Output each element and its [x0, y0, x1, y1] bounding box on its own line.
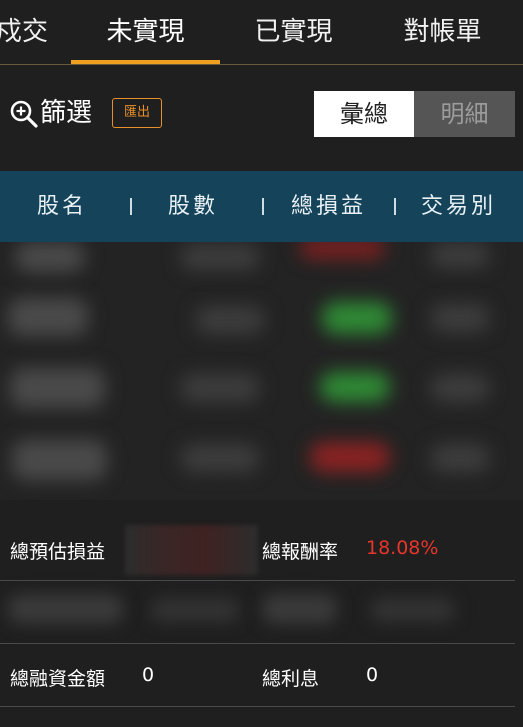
total-estimated-pl-value-redacted: [125, 525, 258, 575]
blurred-stock-name: [15, 242, 85, 272]
blurred-stock-name: [10, 368, 105, 408]
header-divider: [130, 198, 132, 215]
blurred-trade-type: [430, 444, 490, 472]
blurred-pl: [322, 302, 392, 334]
filter-bar: 篩選 匯出 彙總 明細: [0, 65, 523, 171]
blurred-summary-item: [262, 594, 337, 624]
table-header: 股名 股數 總損益 交易別: [0, 171, 523, 242]
column-header-total-pl[interactable]: 總損益: [291, 171, 366, 242]
blurred-pl: [300, 242, 385, 259]
divider: [0, 706, 515, 707]
blurred-trade-type: [430, 374, 490, 402]
zoom-in-filter-icon[interactable]: [9, 99, 39, 129]
trade-tab-bar: 戍交 未實現 已實現 對帳單: [0, 0, 523, 65]
total-estimated-pl-label: 總預估損益: [10, 541, 106, 563]
divider: [0, 580, 515, 581]
total-interest-value: 0: [366, 664, 379, 686]
blurred-trade-type: [430, 242, 490, 268]
blurred-shares: [180, 374, 260, 402]
blurred-shares: [180, 244, 260, 270]
header-divider: [394, 198, 396, 215]
table-row[interactable]: [0, 292, 523, 356]
blurred-summary-item: [150, 598, 240, 622]
blurred-pl: [310, 442, 390, 472]
blurred-stock-name: [8, 298, 88, 336]
active-tab-indicator: [71, 60, 220, 64]
blurred-pl: [320, 372, 390, 402]
blurred-summary-item: [370, 598, 455, 622]
divider: [0, 643, 515, 644]
table-row[interactable]: [0, 430, 523, 494]
blurred-shares: [195, 306, 265, 334]
tab-realized[interactable]: 已實現: [236, 0, 351, 64]
blurred-trade-type: [430, 304, 490, 332]
total-margin-amount-label: 總融資金額: [10, 668, 106, 690]
tab-filled[interactable]: 戍交: [0, 0, 52, 64]
blurred-shares: [180, 444, 260, 472]
column-header-name[interactable]: 股名: [37, 171, 87, 242]
total-interest-label: 總利息: [262, 668, 320, 690]
export-button[interactable]: 匯出: [112, 98, 162, 128]
detail-view-toggle[interactable]: 明細: [414, 91, 515, 137]
column-header-trade-type[interactable]: 交易別: [421, 171, 496, 242]
table-row[interactable]: [0, 242, 523, 296]
total-margin-amount-value: 0: [142, 664, 155, 686]
summary-panel: 總預估損益 總報酬率 18.08% 總融資金額 0 總利息 0: [0, 500, 523, 727]
summary-view-toggle[interactable]: 彙總: [314, 91, 414, 137]
blurred-summary-item: [8, 594, 123, 624]
table-row[interactable]: [0, 360, 523, 424]
blurred-stock-name: [12, 440, 107, 480]
column-header-shares[interactable]: 股數: [168, 171, 218, 242]
tab-statement[interactable]: 對帳單: [385, 0, 500, 64]
total-return-rate-value: 18.08%: [366, 537, 439, 559]
holdings-list: [0, 242, 523, 500]
filter-label[interactable]: 篩選: [40, 95, 92, 131]
header-divider: [262, 198, 264, 215]
tab-unrealized[interactable]: 未實現: [71, 0, 220, 64]
total-return-rate-label: 總報酬率: [262, 541, 339, 563]
